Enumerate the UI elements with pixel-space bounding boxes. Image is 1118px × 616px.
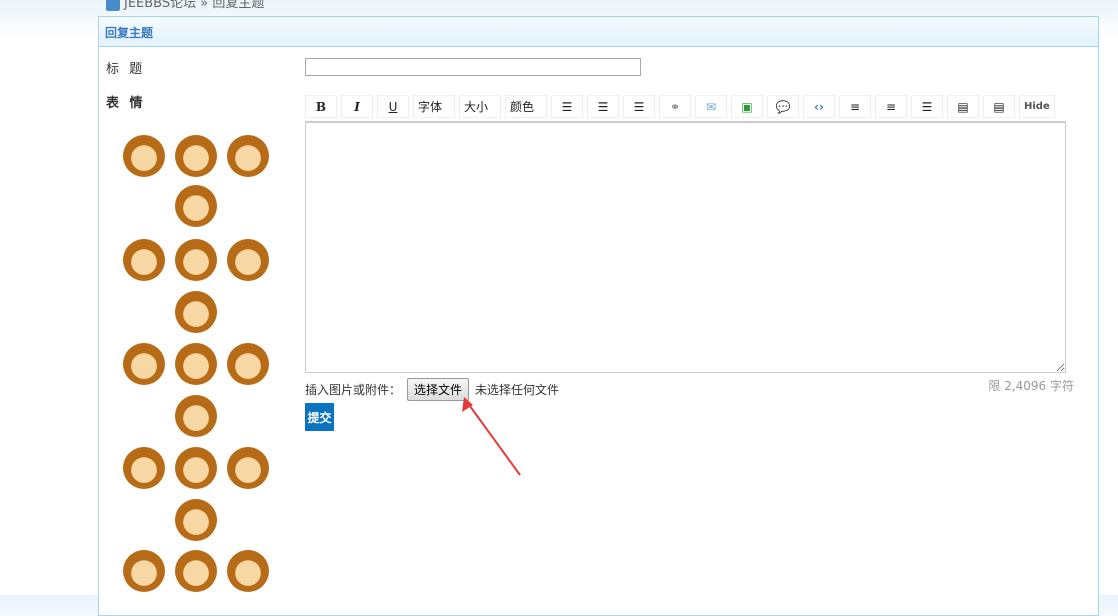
choose-file-button[interactable]: 选择文件 <box>407 378 470 401</box>
italic-button[interactable]: I <box>341 95 373 118</box>
hide-button[interactable]: Hide <box>1019 95 1055 118</box>
attach-label: 插入图片或附件： <box>305 383 402 397</box>
size-button[interactable]: 大小 <box>459 95 501 118</box>
indent-icon[interactable]: ☰ <box>911 95 943 118</box>
emoticon-icon[interactable] <box>227 343 269 385</box>
code-icon[interactable]: ‹› <box>803 95 835 118</box>
reply-panel: 回复主题 标 题 表 情 B I U 字体 大小 颜色 ☰ ☰ ☰ ⚭ ✉ ▣ … <box>98 16 1099 616</box>
image-right-icon[interactable]: ▤ <box>983 95 1015 118</box>
image-left-icon[interactable]: ▤ <box>947 95 979 118</box>
breadcrumb-separator: » <box>200 0 209 11</box>
emoticon-icon[interactable] <box>175 550 217 592</box>
content-textarea[interactable] <box>305 121 1066 373</box>
emoticon-icon[interactable] <box>123 343 165 385</box>
emoticon-icon[interactable] <box>123 447 165 489</box>
color-button[interactable]: 颜色 <box>505 95 547 118</box>
editor-toolbar: B I U 字体 大小 颜色 ☰ ☰ ☰ ⚭ ✉ ▣ 💬 ‹› ≡ ≡ ☰ ▤ … <box>305 95 1055 118</box>
title-input[interactable] <box>305 58 641 76</box>
emoticon-icon[interactable] <box>123 239 165 281</box>
emoticon-icon[interactable] <box>175 395 217 437</box>
breadcrumb-site[interactable]: JEEBBS论坛 <box>124 0 196 11</box>
align-left-icon[interactable]: ☰ <box>551 95 583 118</box>
title-label: 标 题 <box>106 62 146 77</box>
align-right-icon[interactable]: ☰ <box>623 95 655 118</box>
emoticon-icon[interactable] <box>227 550 269 592</box>
emoticon-icon[interactable] <box>227 447 269 489</box>
image-icon[interactable]: ▣ <box>731 95 763 118</box>
emoticon-icon[interactable] <box>227 239 269 281</box>
quote-icon[interactable]: 💬 <box>767 95 799 118</box>
breadcrumb: JEEBBS论坛 » 回复主题 <box>106 0 264 11</box>
char-limit: 限 2,4096 字符 <box>988 379 1074 393</box>
panel-title: 回复主题 <box>99 17 1098 47</box>
submit-button[interactable]: 提交 <box>305 403 334 431</box>
emoticon-icon[interactable] <box>123 550 165 592</box>
link-icon[interactable]: ⚭ <box>659 95 691 118</box>
emoticon-icon[interactable] <box>175 447 217 489</box>
align-center-icon[interactable]: ☰ <box>587 95 619 118</box>
emoticon-icon[interactable] <box>175 239 217 281</box>
attachment-row: 插入图片或附件： 选择文件 未选择任何文件 <box>305 378 559 401</box>
ordered-list-icon[interactable]: ≡ <box>839 95 871 118</box>
emoticon-icon[interactable] <box>175 185 217 227</box>
emoticon-icon[interactable] <box>123 135 165 177</box>
bold-button[interactable]: B <box>305 95 337 118</box>
emoticon-icon[interactable] <box>175 291 217 333</box>
emoticon-icon[interactable] <box>175 343 217 385</box>
emoticon-icon[interactable] <box>227 135 269 177</box>
underline-button[interactable]: U <box>377 95 409 118</box>
email-icon[interactable]: ✉ <box>695 95 727 118</box>
file-status: 未选择任何文件 <box>475 383 560 397</box>
unordered-list-icon[interactable]: ≡ <box>875 95 907 118</box>
breadcrumb-current: 回复主题 <box>212 0 265 11</box>
font-button[interactable]: 字体 <box>413 95 455 118</box>
emoticon-icon[interactable] <box>175 135 217 177</box>
emoticon-icon[interactable] <box>175 499 217 541</box>
home-icon <box>106 0 120 11</box>
emotion-label: 表 情 <box>106 96 146 111</box>
